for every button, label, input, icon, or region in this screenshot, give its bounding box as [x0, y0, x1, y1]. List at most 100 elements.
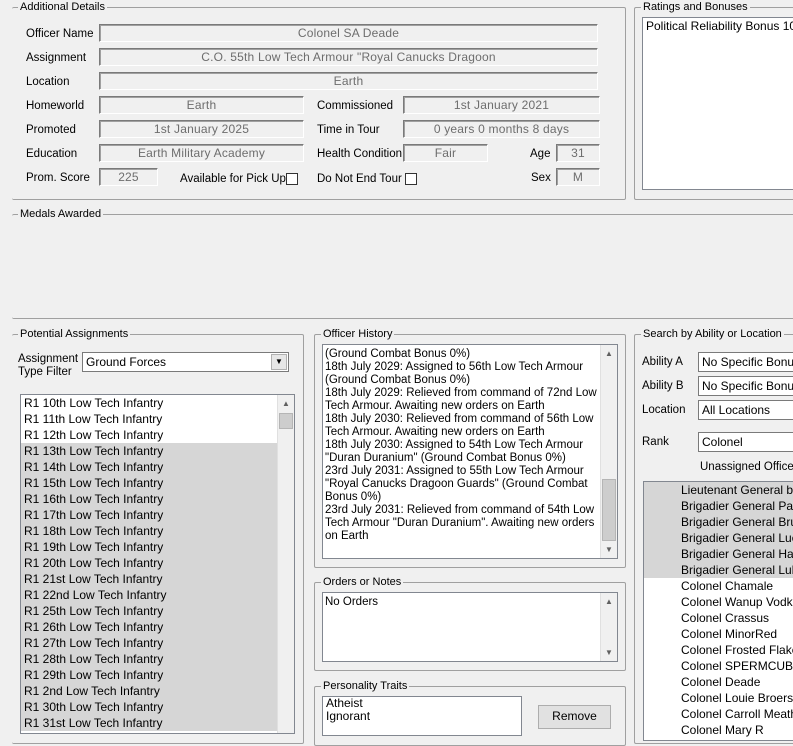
assignment-list-item[interactable]: R1 10th Low Tech Infantry	[21, 395, 277, 411]
assignment-list-item[interactable]: R1 20th Low Tech Infantry	[21, 555, 277, 571]
ability-b-label: Ability B	[642, 380, 684, 392]
scroll-thumb[interactable]	[602, 479, 616, 541]
assignment-list-item[interactable]: R1 17th Low Tech Infantry	[21, 507, 277, 523]
health-label: Health Condition	[317, 148, 403, 160]
officer-list-item[interactable]: Colonel Mary R	[644, 722, 793, 738]
prom-score-label: Prom. Score	[26, 172, 90, 184]
assignment-list-item[interactable]: R1 16th Low Tech Infantry	[21, 491, 277, 507]
assignment-list-item[interactable]: R1 22nd Low Tech Infantry	[21, 587, 277, 603]
orders-textbox[interactable]: No Orders ▲ ▼	[322, 592, 618, 662]
chevron-down-icon[interactable]: ▼	[271, 354, 287, 370]
time-in-tour-field: 0 years 0 months 8 days	[403, 120, 600, 138]
assignment-list-item[interactable]: R1 29th Low Tech Infantry	[21, 667, 277, 683]
location-label: Location	[26, 76, 70, 88]
assignment-list-item[interactable]: R1 21st Low Tech Infantry	[21, 571, 277, 587]
do-not-end-checkbox[interactable]	[405, 173, 417, 185]
search-title: Search by Ability or Location	[641, 327, 784, 341]
age-field: 31	[556, 144, 600, 162]
remove-trait-button[interactable]: Remove	[538, 705, 611, 729]
assignment-list-item[interactable]: R1 27th Low Tech Infantry	[21, 635, 277, 651]
do-not-end-label: Do Not End Tour	[317, 173, 402, 185]
prom-score-field: 225	[99, 168, 158, 186]
officer-list-item[interactable]: Colonel SPERMCUBE.C	[644, 658, 793, 674]
rank-value: Colonel	[702, 435, 743, 449]
promoted-field: 1st January 2025	[99, 120, 304, 138]
scroll-thumb[interactable]	[279, 413, 293, 429]
officer-list-item[interactable]: Brigadier General Pasqu	[644, 498, 793, 514]
officer-list-item[interactable]: Lieutenant General berry	[644, 482, 793, 498]
officer-list-item[interactable]: Colonel Louie Broersma	[644, 690, 793, 706]
officer-list-item[interactable]: Colonel Frosted Flake	[644, 642, 793, 658]
orders-scrollbar[interactable]: ▲ ▼	[600, 593, 617, 661]
assignment-list-item[interactable]: R1 28th Low Tech Infantry	[21, 651, 277, 667]
scroll-down-icon[interactable]: ▼	[601, 541, 617, 558]
officer-history-scrollbar[interactable]: ▲ ▼	[600, 345, 617, 558]
scroll-up-icon[interactable]: ▲	[601, 593, 617, 610]
personality-traits-title: Personality Traits	[321, 679, 410, 693]
rank-select[interactable]: Colonel	[698, 432, 793, 452]
filter-label-line1: Assignment	[18, 353, 79, 365]
ratings-item: Political Reliability Bonus 10%	[646, 19, 793, 33]
assignment-list-item[interactable]: R1 2nd Low Tech Infantry	[21, 683, 277, 699]
scroll-down-icon[interactable]: ▼	[601, 644, 617, 661]
ability-b-value: No Specific Bonus	[702, 379, 793, 393]
assignment-list-item[interactable]: R1 19th Low Tech Infantry	[21, 539, 277, 555]
ratings-title: Ratings and Bonuses	[641, 0, 750, 14]
potential-assignments-scrollbar[interactable]: ▲	[277, 395, 294, 733]
ability-a-select[interactable]: No Specific Bonus	[698, 352, 793, 372]
assignment-type-filter-select[interactable]: Ground Forces ▼	[82, 352, 289, 372]
trait-item[interactable]: Ignorant	[323, 710, 521, 723]
assignment-list-item[interactable]: R1 18th Low Tech Infantry	[21, 523, 277, 539]
homeworld-label: Homeworld	[26, 100, 85, 112]
ability-a-label: Ability A	[642, 356, 683, 368]
assignment-list-item[interactable]: R1 11th Low Tech Infantry	[21, 411, 277, 427]
assignment-list-item[interactable]: R1 30th Low Tech Infantry	[21, 699, 277, 715]
scroll-up-icon[interactable]: ▲	[278, 395, 294, 412]
assignment-list-item[interactable]: R1 13th Low Tech Infantry	[21, 443, 277, 459]
orders-title: Orders or Notes	[321, 575, 404, 589]
health-field: Fair	[403, 144, 488, 162]
assignment-field: C.O. 55th Low Tech Armour "Royal Canucks…	[99, 48, 598, 66]
location-select[interactable]: All Locations	[698, 400, 793, 420]
pickup-checkbox[interactable]	[286, 173, 298, 185]
officer-list-item[interactable]: Colonel Deade	[644, 674, 793, 690]
officer-list-item[interactable]: Colonel Wanup Vodka	[644, 594, 793, 610]
potential-assignments-list[interactable]: R1 10th Low Tech Infantry R1 11th Low Tec…	[20, 394, 295, 734]
assignment-list-item[interactable]: R1 12th Low Tech Infantry	[21, 427, 277, 443]
education-label: Education	[26, 148, 78, 160]
assignment-list-item[interactable]: R1 26th Low Tech Infantry	[21, 619, 277, 635]
potential-assignments-title: Potential Assignments	[18, 327, 131, 341]
search-location-label: Location	[642, 404, 686, 416]
assignment-list-item[interactable]: R1 15th Low Tech Infantry	[21, 475, 277, 491]
officer-list-item[interactable]: Brigadier General Luc B	[644, 530, 793, 546]
officer-name-label: Officer Name	[26, 28, 94, 40]
scroll-up-icon[interactable]: ▲	[601, 345, 617, 362]
assignment-list-item[interactable]: R1 25th Low Tech Infantry	[21, 603, 277, 619]
ability-b-select[interactable]: No Specific Bonus	[698, 376, 793, 396]
location-value: All Locations	[702, 403, 771, 417]
officer-list-item[interactable]: Colonel Crassus	[644, 610, 793, 626]
officer-history-text: (Ground Combat Bonus 0%) 18th July 2029:…	[325, 348, 597, 542]
ratings-list[interactable]: Political Reliability Bonus 10%	[642, 17, 793, 190]
officer-list-item[interactable]: Colonel MinorRed	[644, 626, 793, 642]
medals-group: Medals Awarded	[12, 207, 793, 319]
age-label: Age	[530, 148, 551, 160]
officer-history-textbox[interactable]: (Ground Combat Bonus 0%) 18th July 2029:…	[322, 344, 618, 559]
assignment-list-item[interactable]: R1 14th Low Tech Infantry	[21, 459, 277, 475]
orders-text: No Orders	[325, 596, 379, 608]
unassigned-officers-list[interactable]: Lieutenant General berryBrigadier Genera…	[643, 481, 793, 741]
officer-list-item[interactable]: Colonel Carroll Meath	[644, 706, 793, 722]
ability-a-value: No Specific Bonus	[702, 355, 793, 369]
promoted-label: Promoted	[26, 124, 76, 136]
pickup-label: Available for Pick Up	[180, 173, 286, 185]
officer-list-item[interactable]: Brigadier General Hayal	[644, 546, 793, 562]
time-in-tour-label: Time in Tour	[317, 124, 380, 136]
officer-list-item[interactable]: Colonel Chamale	[644, 578, 793, 594]
filter-label-line2: Type Filter	[18, 366, 72, 378]
assignment-label: Assignment	[26, 52, 87, 64]
commissioned-field: 1st January 2021	[403, 96, 600, 114]
personality-traits-list[interactable]: Atheist Ignorant	[322, 696, 522, 736]
officer-list-item[interactable]: Brigadier General Bruno	[644, 514, 793, 530]
officer-history-title: Officer History	[321, 327, 395, 341]
officer-list-item[interactable]: Brigadier General Luke	[644, 562, 793, 578]
